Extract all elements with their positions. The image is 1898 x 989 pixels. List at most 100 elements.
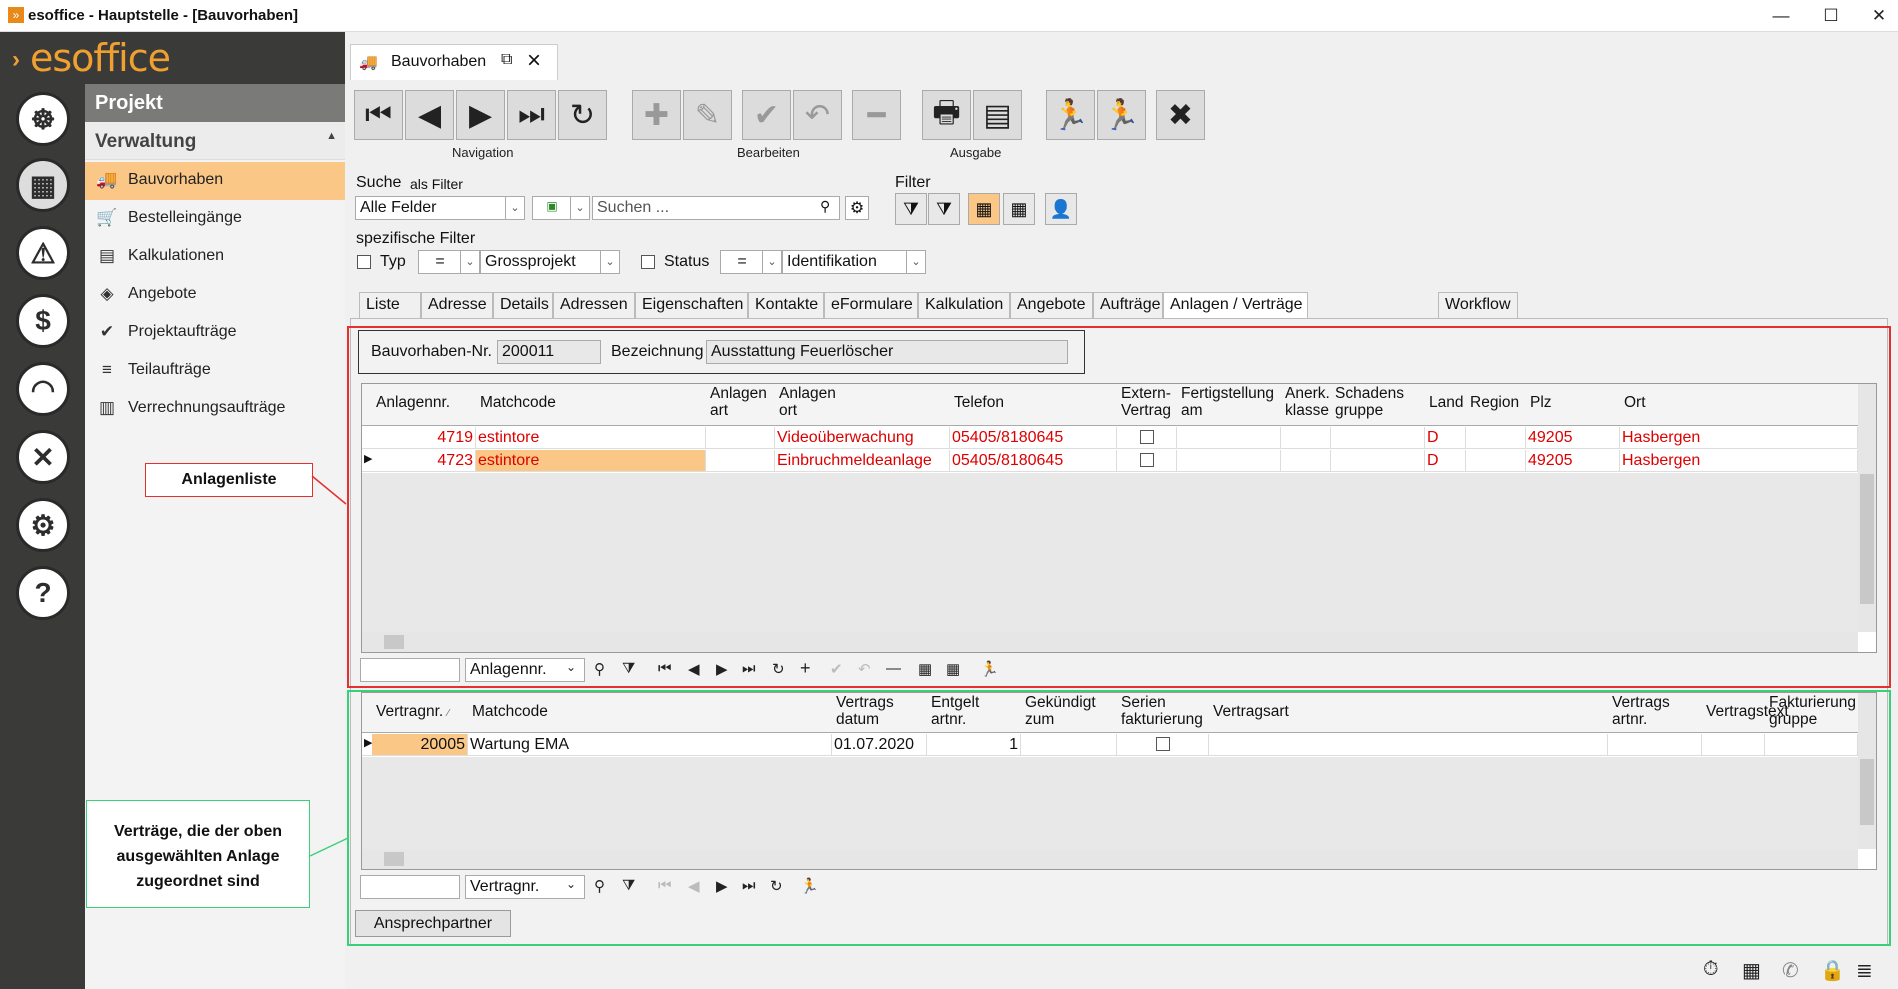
callout-vertraege: Verträge, die der oben ausgewählten Anla… (86, 800, 310, 908)
close-button[interactable]: ✖ (1156, 90, 1205, 140)
database-icon[interactable]: ≣ (1856, 958, 1873, 983)
edit-button[interactable]: ✎ (683, 90, 732, 140)
sidebar-header: Projekt (85, 84, 345, 122)
report-button[interactable]: ▤ (973, 90, 1022, 140)
typ-checkbox[interactable] (357, 255, 371, 269)
tab-kalkulation[interactable]: Kalkulation (918, 292, 1010, 319)
search-label: Suche (356, 174, 402, 191)
invoice-icon: ▥ (98, 398, 116, 417)
tools-icon[interactable]: ✕ (16, 430, 70, 484)
tab-adressen[interactable]: Adressen (553, 292, 635, 319)
check-circle-icon: ✔ (99, 322, 115, 341)
previous-record-button[interactable]: ◀ (405, 90, 454, 140)
lock-icon[interactable]: 🔒 (1820, 958, 1845, 983)
typ-operator[interactable]: = (418, 250, 462, 274)
sidebar-item-teilauftraege[interactable]: ≡ Teilaufträge (85, 352, 345, 390)
document-icon: ▤ (98, 246, 116, 265)
status-checkbox[interactable] (641, 255, 655, 269)
sidebar-item-angebote[interactable]: ◈ Angebote (85, 276, 345, 314)
document-tab[interactable]: 🚚 Bauvorhaben ⧉ × (350, 44, 558, 80)
callout-arrow (309, 837, 349, 857)
tab-workflow[interactable]: Workflow (1438, 292, 1518, 319)
sidebar-item-verrechnungsauftraege[interactable]: ▥ Verrechnungsaufträge (85, 390, 345, 428)
truck-icon: 🚚 (96, 170, 118, 189)
tab-angebote[interactable]: Angebote (1010, 292, 1093, 319)
close-tab-icon[interactable]: × (527, 47, 541, 75)
delete-button[interactable]: ━ (852, 90, 901, 140)
search-field-select[interactable]: Alle Felder (355, 196, 525, 220)
group-label-navigation: Navigation (452, 145, 514, 160)
search-icon[interactable]: ⚲ (820, 198, 830, 215)
filter-icon[interactable]: ⧩ (895, 193, 927, 225)
caret-up-icon: ▲ (326, 130, 337, 142)
search-settings-icon[interactable]: ⚙ (845, 196, 869, 220)
undo-button[interactable]: ↶ (793, 90, 842, 140)
run-action2-button[interactable]: 🏃 (1097, 90, 1146, 140)
building-icon[interactable]: ▦ (1742, 958, 1761, 983)
tab-kontakte[interactable]: Kontakte (748, 292, 824, 319)
alarm-icon[interactable]: ⚠ (16, 226, 70, 280)
print-button[interactable]: 🖶 (922, 90, 971, 140)
tab-details[interactable]: Details (493, 292, 553, 319)
chevron-down-icon[interactable]: ⌄ (460, 250, 480, 274)
phone-icon[interactable]: ✆ (1782, 958, 1799, 983)
status-bar (345, 950, 1898, 989)
filter-label: Filter (895, 174, 931, 191)
callout-anlagenliste: Anlagenliste (145, 463, 313, 497)
stack-icon: ≡ (102, 360, 112, 379)
last-record-button[interactable]: ⏭ (507, 90, 556, 140)
anlagen-highlight-frame (347, 326, 1891, 688)
sidebar-item-projektauftraege[interactable]: ✔ Projektaufträge (85, 314, 345, 352)
project-module-icon[interactable]: ▦ (16, 158, 70, 212)
filter-check-icon[interactable]: ⧩ (928, 193, 960, 225)
chevron-down-icon[interactable]: ⌄ (505, 196, 525, 220)
save-button[interactable]: ✔ (742, 90, 791, 140)
money-icon[interactable]: $ (16, 294, 70, 348)
tab-adresse[interactable]: Adresse (421, 292, 493, 319)
document-tab-label: Bauvorhaben (391, 53, 487, 70)
app-icon: » (8, 7, 24, 23)
sidebar-section-verwaltung[interactable]: Verwaltung ▲ (85, 122, 345, 160)
maximize-button[interactable]: ☐ (1818, 4, 1844, 28)
helm-icon[interactable]: ☸ (16, 92, 70, 146)
typ-label: Typ (380, 253, 406, 270)
tab-eformulare[interactable]: eFormulare (824, 292, 918, 319)
chevron-down-icon[interactable]: ⌄ (906, 250, 926, 274)
search-input[interactable]: Suchen ... (592, 196, 840, 220)
add-button[interactable]: ✚ (632, 90, 681, 140)
specific-filter-label: spezifische Filter (356, 230, 476, 247)
close-window-button[interactable]: ✕ (1866, 4, 1892, 28)
sidebar-item-kalkulationen[interactable]: ▤ Kalkulationen (85, 238, 345, 276)
typ-value-select[interactable]: Grossprojekt (480, 250, 620, 274)
tab-anlagen-vertraege[interactable]: Anlagen / Verträge (1163, 292, 1308, 320)
headset-icon[interactable]: ◠ (16, 362, 70, 416)
settings-gears-icon[interactable]: ⚙ (16, 498, 70, 552)
group-label-edit: Bearbeiten (737, 145, 800, 160)
next-record-button[interactable]: ▶ (456, 90, 505, 140)
window-title: esoffice - Hauptstelle - [Bauvorhaben] (28, 7, 299, 24)
logo: › esoffice (0, 32, 345, 84)
status-value-select[interactable]: Identifikation (782, 250, 926, 274)
tab-auftraege[interactable]: Aufträge (1093, 292, 1163, 319)
status-operator[interactable]: = (720, 250, 764, 274)
run-action-button[interactable]: 🏃 (1046, 90, 1095, 140)
excel-icon[interactable]: ▣ (532, 196, 572, 220)
refresh-button[interactable]: ↻ (558, 90, 607, 140)
first-record-button[interactable]: ⏮ (354, 90, 403, 140)
sidebar-item-bestelleingaenge[interactable]: 🛒 Bestelleingänge (85, 200, 345, 238)
tab-eigenschaften[interactable]: Eigenschaften (635, 292, 748, 319)
tab-liste[interactable]: Liste (359, 292, 421, 319)
user-icon[interactable]: 👤 (1045, 193, 1077, 225)
minimize-button[interactable]: — (1768, 4, 1794, 28)
filter-grid2-icon[interactable]: ▦ (1003, 193, 1035, 225)
as-filter-label: als Filter (410, 176, 463, 192)
chevron-down-icon[interactable]: ⌄ (570, 196, 590, 220)
chevron-down-icon[interactable]: ⌄ (762, 250, 782, 274)
sidebar-item-bauvorhaben[interactable]: 🚚 Bauvorhaben (85, 162, 345, 200)
filter-grid-icon[interactable]: ▦ (968, 193, 1000, 225)
help-icon[interactable]: ? (16, 566, 70, 620)
timer-icon[interactable]: ⏱ (1703, 958, 1719, 981)
tag-icon: ◈ (100, 284, 114, 303)
popout-icon[interactable]: ⧉ (501, 51, 512, 69)
chevron-down-icon[interactable]: ⌄ (600, 250, 620, 274)
